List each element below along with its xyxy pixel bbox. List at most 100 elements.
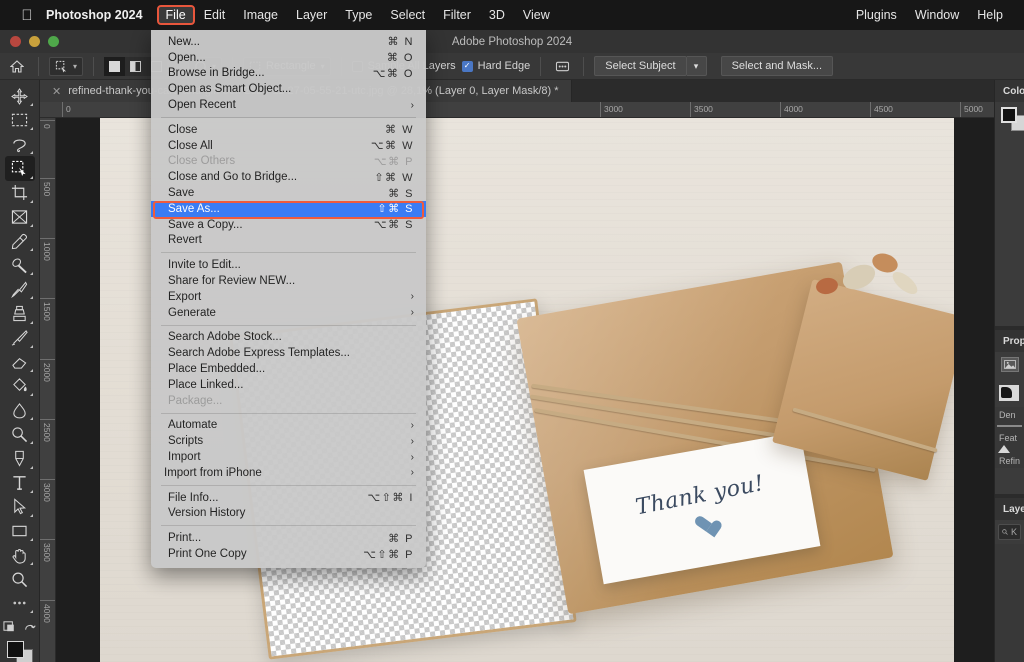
layer-mask-thumbnail[interactable]	[999, 385, 1019, 401]
properties-panel-spacer	[995, 468, 1024, 494]
dodge-tool[interactable]	[5, 422, 35, 446]
menu-item-place-embedded[interactable]: Place Embedded...	[151, 361, 426, 377]
menu-layer[interactable]: Layer	[287, 5, 336, 25]
card-message: Thank you!	[633, 471, 766, 520]
menu-item-version-history[interactable]: Version History	[151, 506, 426, 522]
menu-item-place-linked[interactable]: Place Linked...	[151, 377, 426, 393]
ruler-tick: 3000	[40, 479, 56, 480]
lasso-tool[interactable]	[5, 132, 35, 156]
refine-label: Refin	[995, 453, 1024, 468]
type-tool[interactable]	[5, 471, 35, 495]
screen-mode-icon[interactable]	[23, 620, 37, 639]
menu-image[interactable]: Image	[234, 5, 287, 25]
menu-filter[interactable]: Filter	[434, 5, 480, 25]
menu-item-browse-in-bridge[interactable]: Browse in Bridge...⌥⌘ O	[151, 66, 426, 82]
color-panel-swatches[interactable]	[1001, 107, 1024, 129]
menu-item-search-adobe-stock[interactable]: Search Adobe Stock...	[151, 330, 426, 346]
crop-tool[interactable]	[5, 181, 35, 205]
zoom-tool[interactable]	[5, 567, 35, 591]
ruler-tick: 2000	[40, 359, 56, 360]
ruler-tick: 1000	[40, 238, 56, 239]
hand-tool[interactable]	[5, 543, 35, 567]
menu-item-open-recent[interactable]: Open Recent›	[151, 97, 426, 113]
menu-item-save[interactable]: Save⌘ S	[151, 185, 426, 201]
menu-item-revert[interactable]: Revert	[151, 233, 426, 249]
eyedropper-tool[interactable]	[5, 229, 35, 253]
menu-item-search-adobe-express[interactable]: Search Adobe Express Templates...	[151, 345, 426, 361]
menu-item-invite-to-edit[interactable]: Invite to Edit...	[151, 257, 426, 273]
brush-tool[interactable]	[5, 277, 35, 301]
menu-separator	[161, 252, 416, 253]
home-icon[interactable]	[6, 56, 28, 76]
select-subject-caret-button[interactable]: ▾	[687, 56, 707, 76]
menu-select[interactable]: Select	[381, 5, 434, 25]
menu-help[interactable]: Help	[968, 5, 1012, 25]
menu-item-open[interactable]: Open...⌘ O	[151, 50, 426, 66]
new-selection-button[interactable]	[104, 57, 125, 76]
healing-brush-tool[interactable]	[5, 253, 35, 277]
divider	[540, 57, 541, 76]
foreground-color-swatch[interactable]	[1001, 107, 1017, 123]
menu-item-import-from-iphone[interactable]: Import from iPhone›	[151, 465, 426, 481]
rectangle-tool[interactable]	[5, 519, 35, 543]
paint-bucket-tool[interactable]	[5, 374, 35, 398]
menu-item-generate[interactable]: Generate›	[151, 305, 426, 321]
apple-logo-icon[interactable]: 	[14, 8, 40, 23]
color-swatches[interactable]	[7, 641, 33, 662]
ruler-tick: 0	[62, 102, 63, 118]
hard-edge-checkbox[interactable]: ✓ Hard Edge	[462, 60, 531, 72]
mask-thumbnail-row	[995, 379, 1024, 407]
menu-item-share-for-review[interactable]: Share for Review NEW...	[151, 273, 426, 289]
menu-type[interactable]: Type	[336, 5, 381, 25]
menu-item-import[interactable]: Import›	[151, 449, 426, 465]
select-and-mask-button[interactable]: Select and Mask...	[721, 56, 834, 76]
menu-item-export[interactable]: Export›	[151, 289, 426, 305]
move-tool[interactable]	[5, 84, 35, 108]
properties-panel-body	[995, 352, 1024, 379]
menu-item-scripts[interactable]: Scripts›	[151, 433, 426, 449]
quick-mask-icon[interactable]	[3, 619, 18, 639]
macos-menu-bar-right: Plugins Window Help	[847, 5, 1012, 25]
close-icon[interactable]: ✕	[52, 85, 61, 98]
menu-item-close[interactable]: Close⌘ W	[151, 122, 426, 138]
feather-slider-handle[interactable]	[998, 445, 1010, 453]
menu-item-print[interactable]: Print...⌘ P	[151, 530, 426, 546]
menu-item-save-a-copy[interactable]: Save a Copy...⌥⌘ S	[151, 217, 426, 233]
menu-item-automate[interactable]: Automate›	[151, 418, 426, 434]
brush-settings-icon[interactable]	[551, 56, 573, 76]
eraser-tool[interactable]	[5, 350, 35, 374]
menu-item-file-info[interactable]: File Info...⌥⇧⌘ I	[151, 490, 426, 506]
select-subject-button[interactable]: Select Subject	[594, 56, 686, 76]
history-brush-tool[interactable]	[5, 326, 35, 350]
menu-item-close-others: Close Others⌥⌘ P	[151, 154, 426, 170]
menu-item-print-one-copy[interactable]: Print One Copy⌥⇧⌘ P	[151, 546, 426, 562]
tool-preset-picker[interactable]: ▾	[49, 57, 83, 76]
file-menu-dropdown[interactable]: New...⌘ N Open...⌘ O Browse in Bridge...…	[151, 29, 426, 568]
menu-file[interactable]: File	[157, 5, 195, 25]
quick-selection-tool[interactable]	[5, 156, 35, 180]
path-selection-tool[interactable]	[5, 495, 35, 519]
foreground-color-swatch[interactable]	[7, 641, 24, 658]
menu-window[interactable]: Window	[906, 5, 968, 25]
divider	[93, 57, 94, 76]
pen-tool[interactable]	[5, 446, 35, 470]
layers-search-input[interactable]: K	[998, 524, 1021, 540]
add-to-selection-button[interactable]	[125, 57, 146, 76]
menu-view[interactable]: View	[514, 5, 559, 25]
menu-edit[interactable]: Edit	[195, 5, 235, 25]
properties-thumbnail-icon	[1001, 357, 1019, 372]
menu-item-new[interactable]: New...⌘ N	[151, 34, 426, 50]
menu-item-close-all[interactable]: Close All⌥⌘ W	[151, 138, 426, 154]
density-label: Den	[995, 407, 1024, 422]
clone-stamp-tool[interactable]	[5, 301, 35, 325]
menu-item-save-as[interactable]: Save As...⇧⌘ S	[151, 201, 426, 217]
menu-item-open-as-smart-object[interactable]: Open as Smart Object...	[151, 81, 426, 97]
menu-item-close-and-go-to-bridge[interactable]: Close and Go to Bridge...⇧⌘ W	[151, 169, 426, 185]
frame-tool[interactable]	[5, 205, 35, 229]
menu-plugins[interactable]: Plugins	[847, 5, 906, 25]
density-slider[interactable]	[997, 425, 1022, 427]
menu-3d[interactable]: 3D	[480, 5, 514, 25]
edit-toolbar-ellipsis-icon[interactable]	[5, 591, 35, 615]
rectangular-marquee-tool[interactable]	[5, 108, 35, 132]
blur-tool[interactable]	[5, 398, 35, 422]
